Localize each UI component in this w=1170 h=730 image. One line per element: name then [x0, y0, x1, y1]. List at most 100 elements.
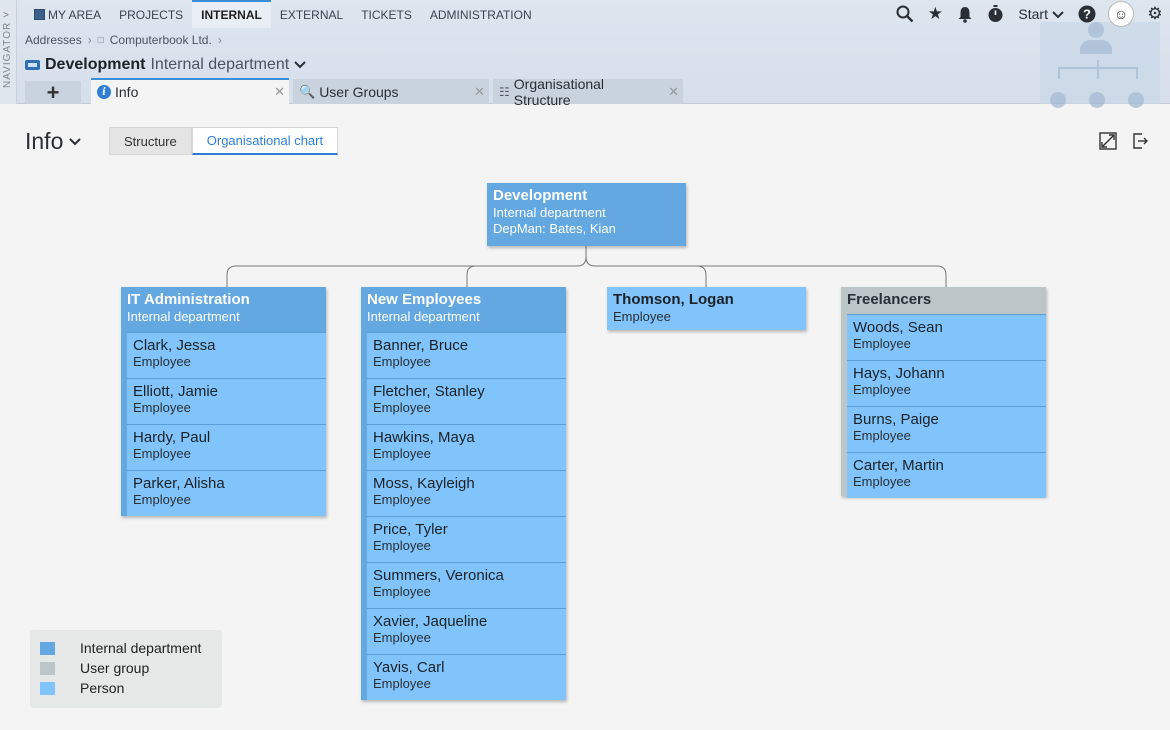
legend-item: Person	[40, 678, 212, 698]
node-name: Thomson, Logan	[613, 291, 734, 308]
member-item[interactable]: Hays, Johann Employee	[847, 360, 1046, 406]
user-groups-icon: 🔍	[299, 83, 316, 99]
node-name: Freelancers	[847, 291, 932, 308]
member-name: Woods, Sean	[853, 319, 943, 336]
menu-item-my-area[interactable]: MY AREA	[25, 0, 110, 28]
member-item[interactable]: Clark, Jessa Employee	[127, 332, 326, 378]
start-dropdown[interactable]: Start	[1010, 6, 1072, 22]
chevron-down-icon	[69, 135, 82, 149]
member-item[interactable]: Banner, Bruce Employee	[367, 332, 566, 378]
member-name: Hawkins, Maya	[373, 429, 475, 446]
org-node-new-employees[interactable]: New Employees Internal department Banner…	[361, 287, 566, 700]
company-icon: □	[97, 34, 104, 46]
close-icon[interactable]: ✕	[274, 84, 285, 100]
member-item[interactable]: Hardy, Paul Employee	[127, 424, 326, 470]
tab-info[interactable]: i Info ✕	[91, 78, 289, 104]
legend-swatch	[40, 661, 55, 675]
member-name: Yavis, Carl	[373, 659, 445, 676]
member-item[interactable]: Burns, Paige Employee	[847, 406, 1046, 452]
legend-item: User group	[40, 658, 212, 678]
member-item[interactable]: Summers, Veronica Employee	[367, 562, 566, 608]
breadcrumb-addresses[interactable]: Addresses	[25, 33, 82, 47]
navigator-panel[interactable]: > NAVIGATOR	[0, 0, 17, 104]
chart-legend: Internal department User group Person	[30, 630, 222, 708]
node-type: Internal department	[127, 309, 240, 324]
member-role: Employee	[373, 630, 431, 645]
tab-bar: + i Info ✕ 🔍 User Groups ✕ ☷ Organisatio…	[25, 76, 683, 108]
breadcrumb-company[interactable]: Computerbook Ltd.	[110, 33, 212, 47]
member-role: Employee	[373, 354, 431, 369]
expand-icon[interactable]	[1098, 131, 1118, 151]
member-item[interactable]: Parker, Alisha Employee	[127, 470, 326, 516]
stopwatch-icon[interactable]	[980, 0, 1010, 28]
menu-item-administration[interactable]: ADMINISTRATION	[421, 0, 541, 28]
org-node-it-administration[interactable]: IT Administration Internal department Cl…	[121, 287, 326, 516]
navigator-label: NAVIGATOR	[2, 21, 13, 88]
structure-view-button[interactable]: Structure	[109, 127, 192, 155]
menu-label: PROJECTS	[119, 8, 184, 22]
chevron-down-icon[interactable]	[294, 58, 306, 72]
member-role: Employee	[373, 538, 431, 553]
menu-label: TICKETS	[361, 8, 412, 22]
member-role: Employee	[373, 492, 431, 507]
node-name: New Employees	[367, 291, 482, 308]
member-role: Employee	[373, 584, 431, 599]
search-icon[interactable]	[890, 0, 920, 28]
member-role: Employee	[133, 446, 191, 461]
add-tab-button[interactable]: +	[25, 80, 81, 105]
member-role: Employee	[853, 336, 911, 351]
department-icon	[25, 60, 40, 70]
gear-icon[interactable]: ⚙	[1140, 0, 1170, 28]
chevron-right-icon: ›	[217, 33, 222, 47]
menu-item-internal[interactable]: INTERNAL	[192, 0, 271, 28]
tab-label: User Groups	[319, 83, 399, 100]
org-node-development[interactable]: Development Internal department DepMan: …	[487, 183, 686, 246]
member-role: Employee	[853, 474, 911, 489]
member-list: Banner, Bruce Employee Fletcher, Stanley E…	[367, 332, 566, 700]
menu-item-projects[interactable]: PROJECTS	[110, 0, 192, 28]
menu-item-tickets[interactable]: TICKETS	[352, 0, 421, 28]
org-chart-view-button[interactable]: Organisational chart	[191, 127, 339, 155]
view-switcher: Structure Organisational chart	[109, 127, 339, 155]
node-type: Internal department	[493, 205, 606, 220]
legend-item: Internal department	[40, 638, 212, 658]
export-icon[interactable]	[1130, 131, 1150, 151]
legend-swatch	[40, 641, 55, 655]
chevron-right-icon[interactable]: >	[3, 10, 9, 21]
tab-organisational-structure[interactable]: ☷ Organisational Structure ✕	[493, 76, 683, 108]
member-name: Burns, Paige	[853, 411, 939, 428]
member-role: Employee	[853, 428, 911, 443]
close-icon[interactable]: ✕	[474, 84, 485, 100]
user-avatar[interactable]: ☺	[1108, 1, 1134, 27]
org-node-thomson-logan[interactable]: Thomson, Logan Employee	[607, 287, 806, 330]
record-title-main: Development	[45, 56, 146, 73]
member-name: Elliott, Jamie	[133, 383, 219, 400]
member-item[interactable]: Yavis, Carl Employee	[367, 654, 566, 700]
member-name: Summers, Veronica	[373, 567, 504, 584]
breadcrumb: Addresses › □ Computerbook Ltd. ›	[25, 33, 222, 47]
member-role: Employee	[133, 492, 191, 507]
section-title[interactable]: Info	[25, 128, 82, 155]
record-title[interactable]: Development Internal department	[25, 56, 306, 74]
menu-label: ADMINISTRATION	[429, 8, 532, 22]
close-icon[interactable]: ✕	[668, 84, 679, 100]
org-node-freelancers[interactable]: Freelancers Woods, Sean Employee Hays, Jo…	[841, 287, 1046, 498]
member-item[interactable]: Woods, Sean Employee	[847, 314, 1046, 360]
menu-item-external[interactable]: EXTERNAL	[271, 0, 352, 28]
record-title-sub: Internal department	[150, 56, 290, 73]
member-item[interactable]: Carter, Martin Employee	[847, 452, 1046, 498]
member-item[interactable]: Xavier, Jaqueline Employee	[367, 608, 566, 654]
star-icon[interactable]: ★	[920, 0, 950, 28]
member-item[interactable]: Price, Tyler Employee	[367, 516, 566, 562]
tab-user-groups[interactable]: 🔍 User Groups ✕	[293, 79, 489, 104]
tab-label: Info	[115, 84, 139, 100]
member-item[interactable]: Elliott, Jamie Employee	[127, 378, 326, 424]
help-icon[interactable]: ?	[1072, 0, 1102, 28]
bell-icon[interactable]	[950, 0, 980, 28]
info-icon: i	[97, 85, 111, 99]
member-item[interactable]: Moss, Kayleigh Employee	[367, 470, 566, 516]
member-item[interactable]: Fletcher, Stanley Employee	[367, 378, 566, 424]
my-area-icon	[34, 9, 45, 20]
member-item[interactable]: Hawkins, Maya Employee	[367, 424, 566, 470]
member-role: Employee	[373, 400, 431, 415]
